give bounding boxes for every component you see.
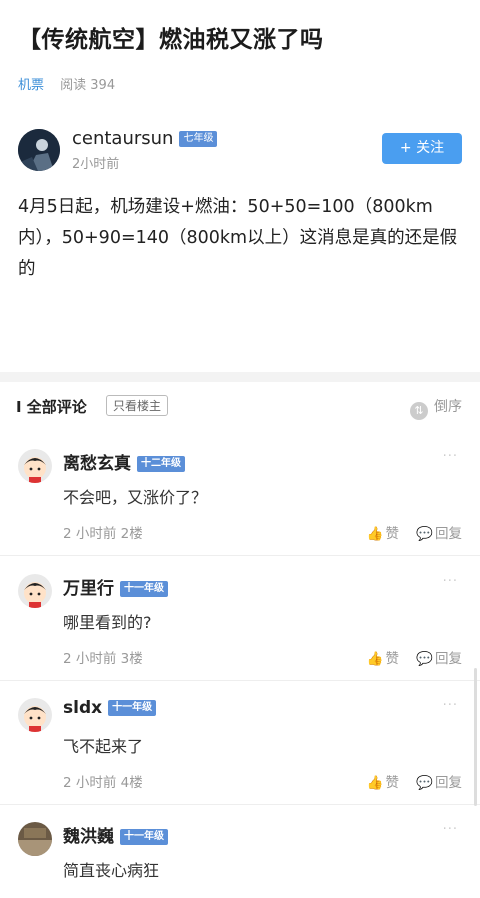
divider [0, 680, 480, 681]
all-comments-title: I 全部评论 [16, 398, 87, 416]
scrollbar[interactable] [474, 668, 477, 806]
commenter-name[interactable]: 离愁玄真 十二年级 [63, 449, 185, 474]
commenter-avatar[interactable] [18, 698, 52, 732]
comment-meta: 2 小时前 2楼 [63, 526, 143, 542]
post-time: 2小时前 [72, 157, 120, 172]
more-icon[interactable]: ··· [443, 574, 458, 589]
level-badge: 七年级 [179, 131, 218, 147]
comment-text: 不会吧，又涨价了？ [63, 488, 208, 507]
commenter-name[interactable]: 万里行 十一年级 [63, 574, 168, 599]
comment-icon: 💬 [416, 526, 433, 542]
comment-meta: 2 小时前 3楼 [63, 651, 143, 667]
comment-text: 哪里看到的? [63, 613, 152, 632]
section-divider [0, 372, 480, 382]
author-name[interactable]: centaursun 七年级 [72, 128, 218, 149]
like-button[interactable]: 👍 赞 [367, 775, 399, 791]
category-link[interactable]: 机票 [18, 78, 44, 93]
more-icon[interactable]: ··· [443, 822, 458, 837]
reply-button[interactable]: 💬 回复 [416, 651, 462, 667]
commenter-avatar[interactable] [18, 574, 52, 608]
divider [0, 804, 480, 805]
order-toggle[interactable]: ⇅ 倒序 [410, 396, 462, 420]
post-body: 4月5日起，机场建设+燃油：50+50=100（800km内），50+90=14… [18, 197, 458, 279]
comment-meta: 2 小时前 4楼 [63, 775, 143, 791]
comment-text: 简直丧心病狂 [63, 861, 160, 880]
commenter-name[interactable]: 魏洪巍 十一年级 [63, 822, 168, 847]
more-icon[interactable]: ··· [443, 449, 458, 464]
comment-actions: 👍 赞 💬 回复 [367, 647, 462, 667]
comments-header: I 全部评论 只看楼主 ⇅ 倒序 [0, 392, 480, 422]
thumbs-up-icon: 👍 [366, 526, 384, 542]
level-badge: 十一年级 [120, 581, 168, 597]
level-badge: 十一年级 [108, 700, 157, 716]
post-title: 【传统航空】燃油税又涨了吗 [18, 27, 324, 53]
comment-actions: 👍 赞 💬 回复 [367, 522, 462, 542]
sort-icon: ⇅ [410, 402, 428, 420]
reply-button[interactable]: 💬 回复 [416, 775, 462, 791]
post-meta: 机票 阅读 394 [18, 74, 115, 93]
like-button[interactable]: 👍 赞 [367, 526, 399, 542]
only-host-button[interactable]: 只看楼主 [106, 395, 169, 416]
read-count: 阅读 394 [60, 78, 116, 93]
thumbs-up-icon: 👍 [366, 775, 384, 791]
commenter-avatar[interactable] [18, 449, 52, 483]
comment-text: 飞不起来了 [63, 737, 144, 756]
commenter-name[interactable]: sldx 十一年级 [63, 698, 157, 718]
comment-icon: 💬 [416, 775, 433, 791]
like-button[interactable]: 👍 赞 [367, 651, 399, 667]
author-avatar[interactable] [18, 129, 60, 171]
author-row: centaursun 七年级 2小时前 + 关注 [18, 127, 462, 175]
reply-button[interactable]: 💬 回复 [416, 526, 462, 542]
thumbs-up-icon: 👍 [366, 651, 384, 667]
level-badge: 十一年级 [120, 829, 168, 845]
level-badge: 十二年级 [137, 456, 185, 472]
comment-actions: 👍 赞 💬 回复 [367, 771, 462, 791]
comment-icon: 💬 [416, 651, 433, 667]
follow-button[interactable]: + 关注 [382, 133, 462, 164]
divider [0, 555, 480, 556]
more-icon[interactable]: ··· [443, 698, 458, 713]
commenter-avatar[interactable] [18, 822, 52, 856]
